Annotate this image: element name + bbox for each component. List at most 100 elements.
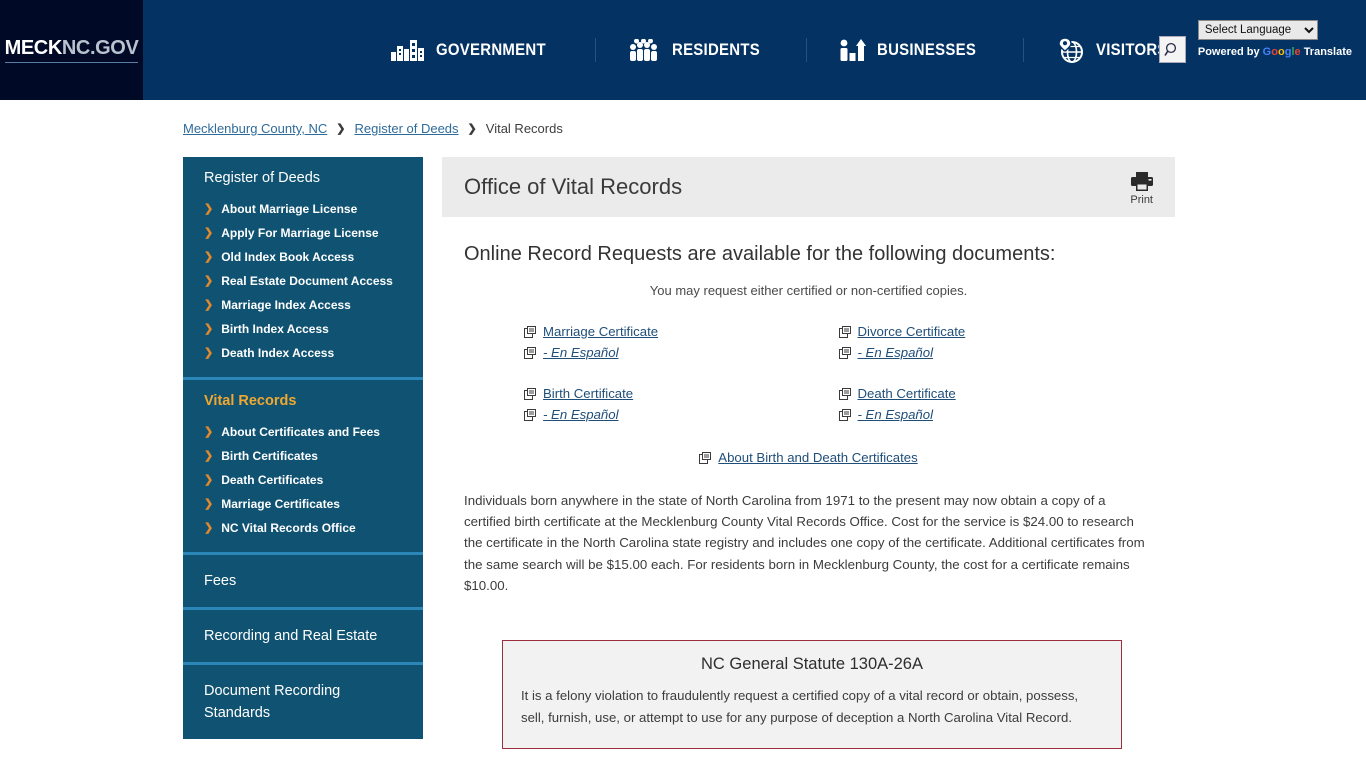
sidebar-item-label: Death Index Access (221, 346, 335, 360)
statute-title: NC General Statute 130A-26A (701, 655, 923, 674)
link-group-birth: Birth Certificate - En Español (524, 383, 839, 425)
sidebar-item-label: Death Certificates (221, 473, 324, 487)
nav-label-businesses: BUSINESSES (876, 40, 976, 59)
sidebar-item-old-index-book-access[interactable]: ❯ Old Index Book Access (183, 245, 423, 269)
search-icon[interactable] (1158, 36, 1186, 63)
logo-text: MECKNC.GOV (4, 37, 139, 63)
sidebar-item-about-marriage-license[interactable]: ❯ About Marriage License (183, 197, 423, 221)
chevron-right-icon: ❯ (204, 474, 214, 486)
chevron-right-icon: ❯ (204, 275, 214, 287)
link-about-birth-and-death-certificates[interactable]: About Birth and Death Certificates (699, 447, 918, 468)
external-link-icon (838, 346, 851, 359)
sidebar: Register of Deeds ❯ About Marriage Licens… (183, 157, 423, 768)
language-select[interactable]: Select Language (1197, 20, 1318, 40)
chevron-right-icon: ❯ (204, 203, 214, 215)
sidebar-item-label: Marriage Certificates (221, 497, 340, 511)
breadcrumb-separator: ❯ (467, 123, 477, 135)
translate-text: Translate (1303, 46, 1352, 58)
sidebar-item-birth-certificates[interactable]: ❯ Birth Certificates (183, 444, 423, 468)
link-label: - En Español (857, 407, 934, 422)
external-link-icon (838, 408, 851, 421)
print-label: Print (1130, 194, 1153, 206)
chevron-right-icon: ❯ (204, 347, 214, 359)
chevron-right-icon: ❯ (204, 251, 214, 263)
print-button[interactable]: Print (1130, 168, 1153, 206)
link-death-certificate-spanish[interactable]: - En Español (838, 404, 1154, 425)
sidebar-item-document-recording-standards[interactable]: Document Recording Standards (183, 665, 423, 739)
globe-pin-icon (1057, 37, 1085, 63)
section-heading: Online Record Requests are available for… (464, 243, 1056, 265)
sidebar-item-label: Old Index Book Access (221, 250, 355, 264)
sidebar-item-label: Birth Certificates (221, 449, 318, 463)
sidebar-item-marriage-certificates[interactable]: ❯ Marriage Certificates (183, 492, 423, 516)
breadcrumb-item-county[interactable]: Mecklenburg County, NC (183, 121, 327, 136)
nav-label-government: GOVERNMENT (436, 40, 546, 59)
people-group-icon (629, 39, 661, 61)
logo-text-rest: NC.GOV (61, 37, 139, 59)
link-label: About Birth and Death Certificates (718, 450, 918, 465)
sidebar-item-birth-index-access[interactable]: ❯ Birth Index Access (183, 317, 423, 341)
nav-label-residents: RESIDENTS (671, 40, 760, 59)
page-header-bar: Office of Vital Records Print (442, 157, 1175, 217)
statute-callout: NC General Statute 130A-26A It is a felo… (502, 640, 1122, 750)
sidebar-item-label: Apply For Marriage License (221, 226, 379, 240)
main-content: Office of Vital Records Print Online Rec… (442, 157, 1175, 768)
powered-by-text: Powered by (1197, 46, 1260, 58)
link-divorce-certificate[interactable]: Divorce Certificate (838, 321, 1154, 342)
link-group-divorce: Divorce Certificate - En Español (838, 321, 1154, 363)
breadcrumb: Mecklenburg County, NC ❯ Register of Dee… (0, 100, 1366, 136)
sidebar-item-death-certificates[interactable]: ❯ Death Certificates (183, 468, 423, 492)
sidebar-link-list: ❯ About Marriage License ❯ Apply For Marri… (183, 197, 423, 377)
sidebar-item-apply-for-marriage-license[interactable]: ❯ Apply For Marriage License (183, 221, 423, 245)
sidebar-heading-register-of-deeds[interactable]: Register of Deeds (183, 157, 423, 197)
chevron-right-icon: ❯ (204, 299, 214, 311)
link-label: Death Certificate (857, 386, 956, 401)
breadcrumb-item-vital-records: Vital Records (485, 121, 563, 136)
nav-item-residents[interactable]: RESIDENTS (595, 39, 806, 61)
sidebar-block-fees: Fees (183, 552, 423, 607)
header-utilities: Select Language Powered by Google Transl… (1158, 20, 1352, 63)
external-link-icon (524, 325, 536, 338)
link-death-certificate[interactable]: Death Certificate (838, 383, 1154, 404)
sidebar-item-label: About Certificates and Fees (221, 425, 380, 439)
chevron-right-icon: ❯ (204, 227, 214, 239)
main-body: Online Record Requests are available for… (442, 217, 1175, 750)
link-group-marriage: Marriage Certificate - En Español (524, 321, 839, 363)
link-label: - En Español (543, 345, 619, 360)
site-header: MECKNC.GOV GOVERNMENT RESIDENTS BUSINESS… (0, 0, 1366, 100)
link-marriage-certificate[interactable]: Marriage Certificate (524, 321, 839, 342)
google-translate-widget: Select Language Powered by Google Transl… (1197, 20, 1352, 58)
person-growth-icon (840, 39, 866, 61)
sidebar-block-register-of-deeds: Register of Deeds ❯ About Marriage Licens… (183, 157, 423, 377)
link-marriage-certificate-spanish[interactable]: - En Español (524, 342, 839, 363)
link-divorce-certificate-spanish[interactable]: - En Español (838, 342, 1154, 363)
breadcrumb-item-register-of-deeds[interactable]: Register of Deeds (354, 121, 458, 136)
link-birth-certificate-spanish[interactable]: - En Español (524, 404, 839, 425)
sidebar-heading-vital-records[interactable]: Vital Records (183, 380, 423, 420)
printer-icon (1130, 172, 1153, 191)
external-link-icon (524, 387, 536, 400)
buildings-icon (391, 39, 425, 61)
powered-by-google-label: Powered by Google Translate (1198, 46, 1352, 58)
page-layout: Register of Deeds ❯ About Marriage Licens… (0, 136, 1366, 768)
chevron-right-icon: ❯ (204, 426, 214, 438)
sidebar-item-death-index-access[interactable]: ❯ Death Index Access (183, 341, 423, 365)
about-certificates-row: About Birth and Death Certificates (464, 447, 1153, 468)
link-group-death: Death Certificate - En Español (838, 383, 1154, 425)
sidebar-item-label: Real Estate Document Access (221, 274, 393, 288)
link-label: Marriage Certificate (543, 324, 659, 339)
nav-item-government[interactable]: GOVERNMENT (357, 39, 595, 61)
sidebar-item-recording-and-real-estate[interactable]: Recording and Real Estate (183, 610, 423, 662)
nav-item-businesses[interactable]: BUSINESSES (806, 39, 1024, 61)
sidebar-item-nc-vital-records-office[interactable]: ❯ NC Vital Records Office (183, 516, 423, 540)
external-link-icon (699, 451, 712, 464)
sidebar-link-list: ❯ About Certificates and Fees ❯ Birth Cert… (183, 420, 423, 552)
link-birth-certificate[interactable]: Birth Certificate (524, 383, 839, 404)
sidebar-item-about-certificates-and-fees[interactable]: ❯ About Certificates and Fees (183, 420, 423, 444)
sidebar-item-fees[interactable]: Fees (183, 555, 423, 607)
site-logo[interactable]: MECKNC.GOV (0, 0, 143, 100)
external-link-icon (838, 387, 851, 400)
sidebar-item-real-estate-document-access[interactable]: ❯ Real Estate Document Access (183, 269, 423, 293)
sidebar-item-label: About Marriage License (221, 202, 358, 216)
sidebar-item-marriage-index-access[interactable]: ❯ Marriage Index Access (183, 293, 423, 317)
